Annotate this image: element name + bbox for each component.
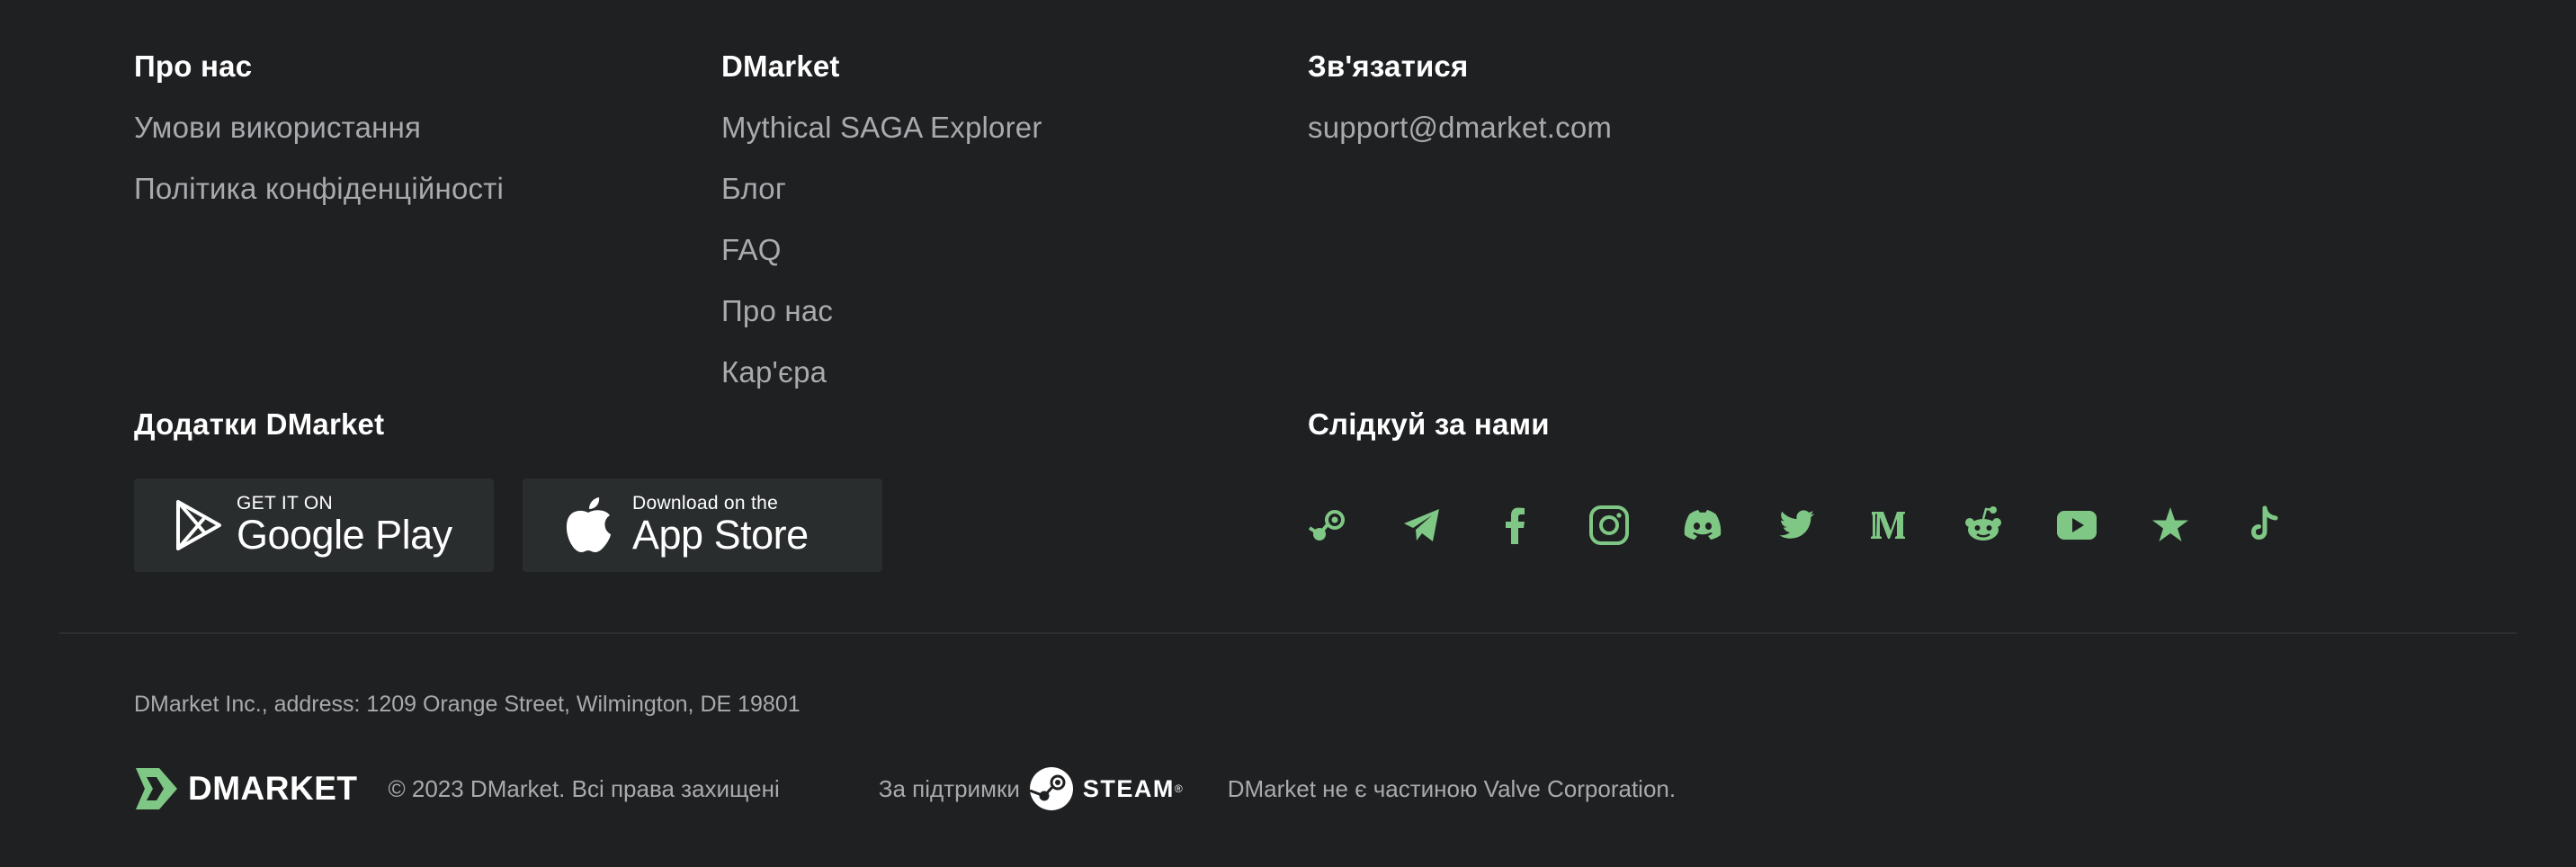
social-links bbox=[1308, 502, 2337, 549]
company-address: DMarket Inc., address: 1209 Orange Stree… bbox=[134, 692, 801, 717]
dmarket-logo[interactable]: DMARKET bbox=[134, 766, 357, 811]
instagram-social-link[interactable] bbox=[1588, 502, 1682, 549]
follow-title: Слідкуй за нами bbox=[1308, 407, 1550, 441]
reddit-social-link[interactable] bbox=[1963, 502, 2056, 549]
facebook-social-link[interactable] bbox=[1495, 502, 1588, 549]
medium-social-link[interactable] bbox=[1869, 502, 1963, 549]
steam-logo: STEAM ® bbox=[1029, 766, 1183, 811]
footer-column-about: Про нас Умови використання Політика конф… bbox=[134, 47, 504, 209]
link-blog[interactable]: Блог bbox=[721, 169, 1042, 209]
apps-title: Додатки DMarket bbox=[134, 407, 385, 441]
footer-column-contact: Зв'язатися support@dmarket.com bbox=[1308, 47, 1612, 147]
trustpilot-icon bbox=[2152, 507, 2188, 541]
youtube-social-link[interactable] bbox=[2056, 502, 2150, 549]
youtube-icon bbox=[2057, 511, 2097, 540]
twitter-social-link[interactable] bbox=[1775, 502, 1869, 549]
about-links: Умови використання Політика конфіденційн… bbox=[134, 108, 504, 209]
dmarket-links: Mythical SAGA Explorer Блог FAQ Про нас … bbox=[721, 108, 1042, 392]
link-faq[interactable]: FAQ bbox=[721, 230, 1042, 270]
google-play-button[interactable]: GET IT ON Google Play bbox=[134, 478, 494, 572]
dmarket-logo-icon bbox=[136, 768, 177, 809]
app-store-big-text: App Store bbox=[632, 512, 809, 558]
link-about-us[interactable]: Про нас bbox=[721, 291, 1042, 331]
footer-bottom-row: DMARKET © 2023 DMarket. Всі права захище… bbox=[134, 764, 1676, 813]
discord-icon bbox=[1684, 510, 1722, 540]
tiktok-social-link[interactable] bbox=[2243, 502, 2337, 549]
instagram-icon bbox=[1589, 505, 1629, 545]
valve-disclaimer: DMarket не є частиною Valve Corporation. bbox=[1227, 774, 1677, 802]
telegram-icon bbox=[1404, 509, 1439, 541]
steam-social-link[interactable] bbox=[1308, 502, 1401, 549]
trustpilot-social-link[interactable] bbox=[2150, 502, 2243, 549]
google-play-icon bbox=[175, 499, 222, 551]
discord-social-link[interactable] bbox=[1682, 502, 1775, 549]
column-title-contact: Зв'язатися bbox=[1308, 49, 1469, 83]
copyright-text: © 2023 DMarket. Всі права захищені bbox=[388, 774, 780, 802]
column-title-about: Про нас bbox=[134, 49, 253, 83]
app-store-button[interactable]: Download on the App Store bbox=[523, 478, 882, 572]
apple-icon bbox=[562, 496, 614, 554]
steam-icon bbox=[1308, 510, 1345, 541]
link-terms-of-use[interactable]: Умови використання bbox=[134, 108, 504, 147]
medium-icon bbox=[1871, 512, 1905, 539]
facebook-icon bbox=[1506, 507, 1525, 544]
telegram-social-link[interactable] bbox=[1401, 502, 1495, 549]
link-support-email[interactable]: support@dmarket.com bbox=[1308, 108, 1612, 147]
google-play-small-text: GET IT ON bbox=[237, 493, 333, 514]
link-privacy-policy[interactable]: Політика конфіденційності bbox=[134, 169, 504, 209]
steam-text: STEAM bbox=[1082, 774, 1175, 802]
twitter-icon bbox=[1779, 510, 1814, 539]
footer-column-dmarket: DMarket Mythical SAGA Explorer Блог FAQ … bbox=[721, 47, 1042, 392]
column-title-dmarket: DMarket bbox=[721, 49, 840, 83]
contact-links: support@dmarket.com bbox=[1308, 108, 1612, 147]
reddit-icon bbox=[1965, 506, 2001, 541]
tiktok-icon bbox=[2250, 505, 2278, 541]
link-careers[interactable]: Кар'єра bbox=[721, 353, 1042, 392]
footer-divider bbox=[59, 632, 2517, 634]
support-label: За підтримки bbox=[878, 774, 1020, 802]
registered-mark: ® bbox=[1174, 782, 1183, 795]
link-mythical-saga[interactable]: Mythical SAGA Explorer bbox=[721, 108, 1042, 147]
app-store-small-text: Download on the bbox=[632, 493, 779, 514]
steam-logo-icon bbox=[1029, 767, 1073, 810]
google-play-big-text: Google Play bbox=[237, 512, 452, 558]
dmarket-logo-text: DMARKET bbox=[188, 770, 358, 807]
